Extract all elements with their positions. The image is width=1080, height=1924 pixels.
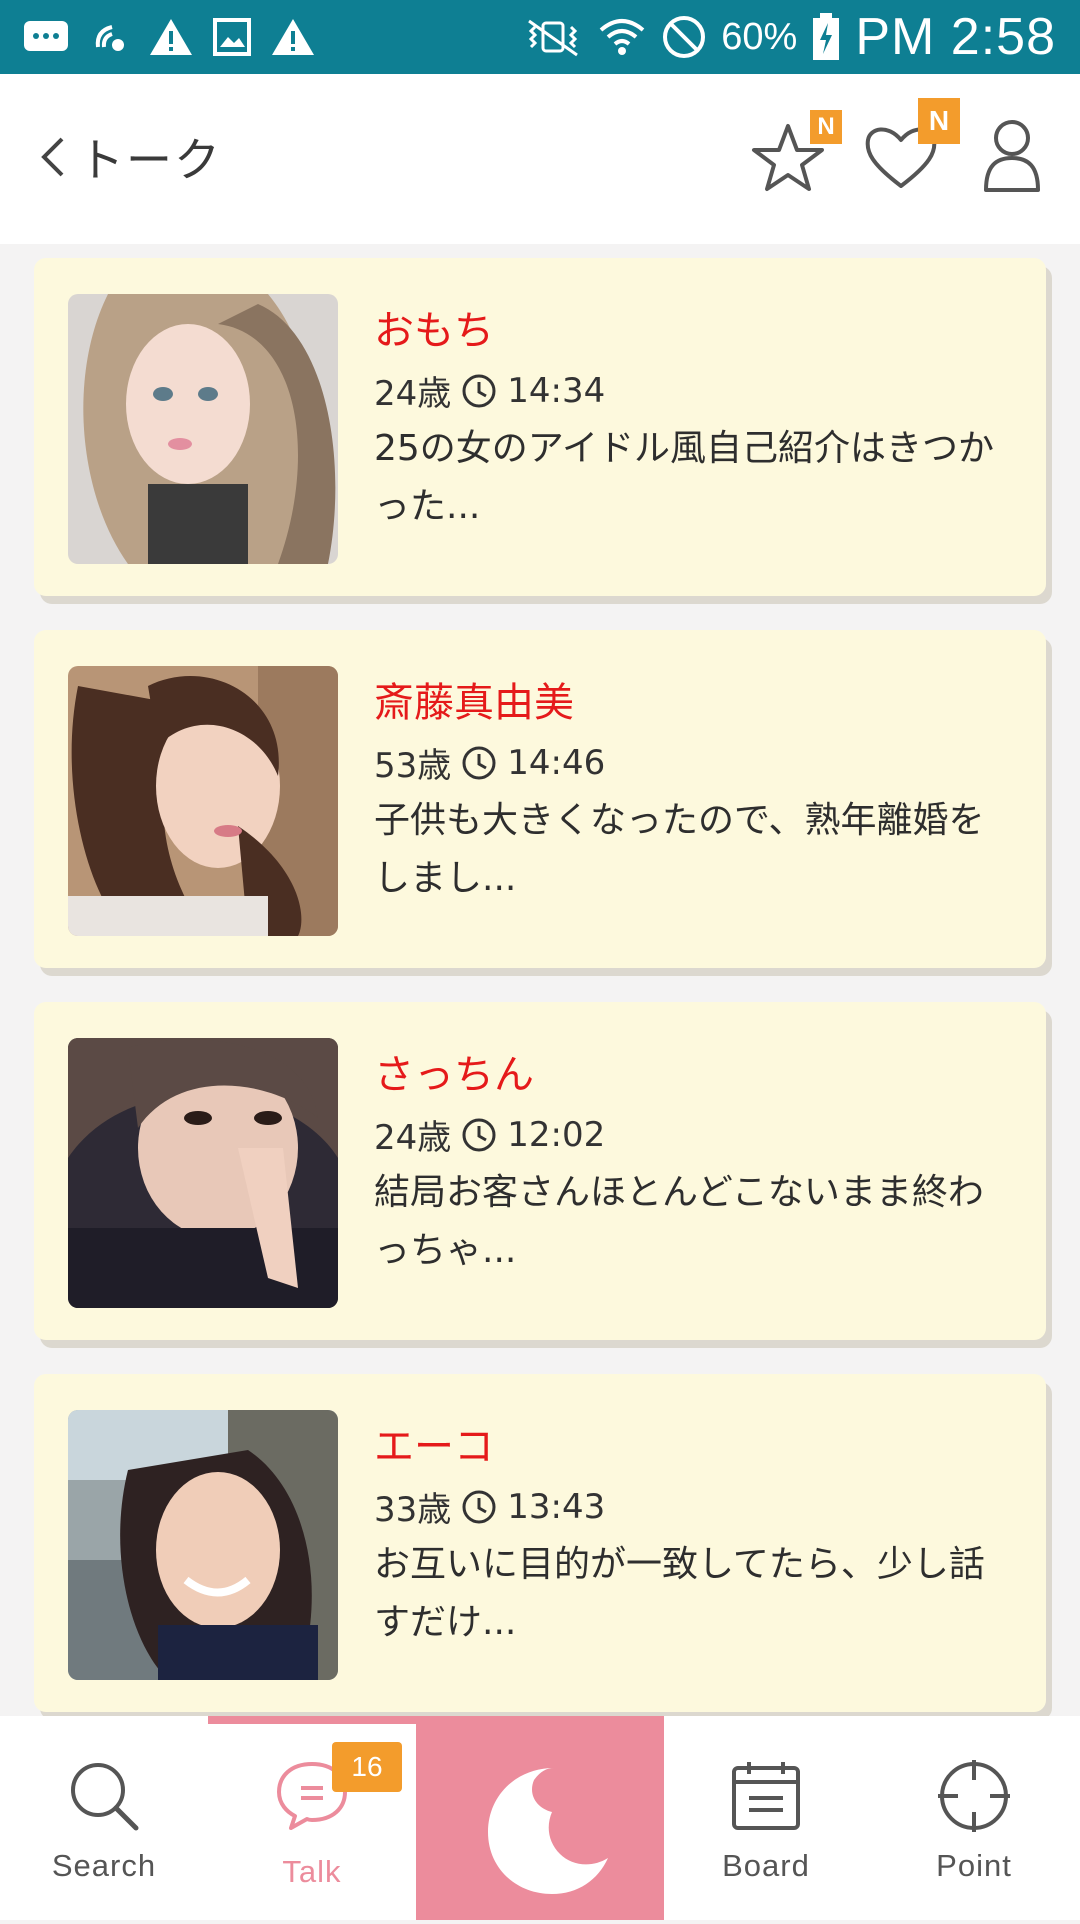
clock-icon (462, 746, 496, 779)
nav-point-label: Point (936, 1848, 1012, 1883)
moon-heart-logo-icon (488, 1768, 608, 1894)
talk-message: 25の女のアイドル風自己紹介はきつかった... (374, 428, 995, 527)
bottom-navigation: Search Talk 16 Board Point (0, 1716, 1080, 1920)
talk-meta: 33歳 13:43 (374, 1482, 605, 1531)
talk-time: 12:02 (507, 1114, 606, 1155)
talk-name: 斎藤真由美 (374, 680, 574, 726)
avatar (68, 294, 338, 564)
system-status: 60% PM 2:58 (523, 8, 1056, 66)
clock-icon (462, 374, 496, 407)
talk-name: さっちん (374, 1052, 534, 1098)
talk-card[interactable]: おもち 24歳 14:34 25の女のアイドル風自己紹介はきつかった... (34, 258, 1046, 596)
wifi-calling-icon (95, 25, 124, 51)
talk-message: 子供も大きくなったので、熟年離婚をしまし... (374, 800, 985, 899)
warning-icon (150, 19, 192, 55)
talk-time: 14:34 (507, 370, 606, 411)
do-not-disturb-icon (663, 16, 706, 58)
nav-point[interactable]: Point (874, 1716, 1074, 1920)
talk-name: エーコ (374, 1424, 494, 1470)
talk-meta: 24歳 12:02 (374, 1110, 605, 1159)
app-header: トーク N N (0, 74, 1080, 244)
talk-age: 33歳 (374, 1490, 452, 1530)
warning-icon (272, 19, 314, 55)
status-bar: 60% PM 2:58 (0, 0, 1080, 74)
profile-button[interactable] (982, 118, 1042, 198)
person-icon (984, 120, 1040, 192)
avatar (68, 1038, 338, 1308)
page-title: トーク (78, 133, 222, 187)
talk-unread-badge: 16 (332, 1742, 402, 1792)
center-home-button[interactable] (416, 1716, 664, 1920)
talk-age: 53歳 (374, 746, 452, 786)
favorites-new-badge: N (810, 110, 842, 144)
nav-search-label: Search (51, 1848, 157, 1883)
nav-talk-label: Talk (282, 1854, 342, 1889)
talk-time: 13:43 (507, 1486, 606, 1527)
battery-charging-icon (813, 13, 840, 60)
search-icon (71, 1763, 139, 1831)
likes-new-badge: N (918, 98, 960, 144)
back-button[interactable]: トーク (38, 122, 222, 192)
clock-icon (462, 1490, 496, 1523)
talk-message: 結局お客さんほとんどこないまま終わっちゃ... (374, 1172, 984, 1271)
battery-percent: 60% (721, 15, 798, 58)
talk-name: おもち (374, 308, 494, 354)
talk-card[interactable]: エーコ 33歳 13:43 お互いに目的が一致してたら、少し話すだけ... (34, 1374, 1046, 1712)
talk-message: お互いに目的が一致してたら、少し話すだけ... (374, 1544, 985, 1643)
chat-bubble-icon (24, 21, 68, 51)
nav-board-label: Board (722, 1848, 810, 1883)
vibrate-icon (528, 19, 579, 57)
crosshair-icon (938, 1760, 1010, 1832)
talk-meta: 53歳 14:46 (374, 738, 605, 787)
talk-meta: 24歳 14:34 (374, 366, 605, 415)
talk-age: 24歳 (374, 1118, 452, 1158)
clock: PM 2:58 (855, 8, 1056, 66)
talk-time: 14:46 (507, 742, 606, 783)
nav-board[interactable]: Board (666, 1716, 866, 1920)
talk-card[interactable]: 斎藤真由美 53歳 14:46 子供も大きくなったので、熟年離婚をしまし... (34, 630, 1046, 968)
wifi-icon (599, 19, 645, 55)
notification-icons (22, 8, 316, 66)
avatar (68, 1410, 338, 1680)
nav-search[interactable]: Search (4, 1716, 204, 1920)
avatar (68, 666, 338, 936)
chevron-left-icon (41, 137, 64, 177)
talk-card[interactable]: さっちん 24歳 12:02 結局お客さんほとんどこないまま終わっちゃ... (34, 1002, 1046, 1340)
favorites-button[interactable]: N (750, 110, 842, 198)
likes-button[interactable]: N (862, 98, 960, 198)
board-icon (732, 1762, 800, 1830)
talk-age: 24歳 (374, 374, 452, 414)
clock-icon (462, 1118, 496, 1151)
image-icon (213, 18, 251, 56)
